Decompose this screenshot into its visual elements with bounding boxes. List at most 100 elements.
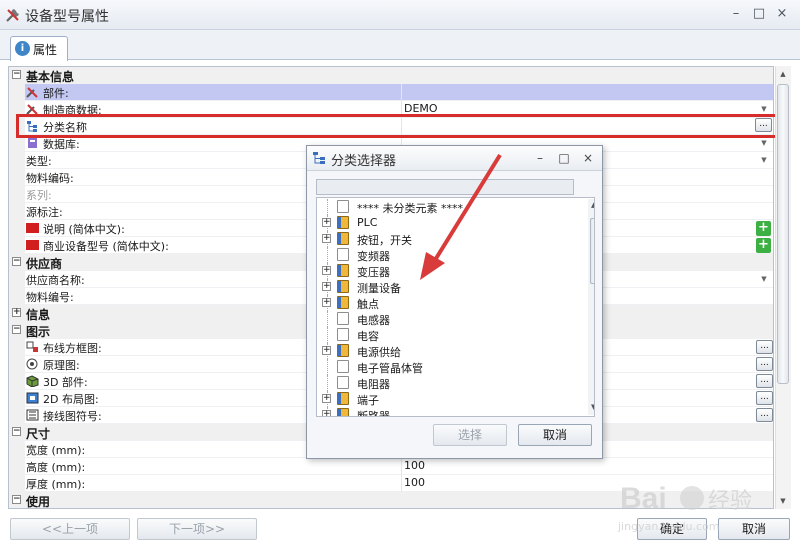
tree-node[interactable]: + 端子	[317, 391, 585, 407]
row-label: 商业设备型号 (简体中文):	[43, 240, 169, 253]
scrollbar-thumb[interactable]	[777, 84, 789, 384]
expand-icon[interactable]: +	[322, 346, 331, 355]
tree-node[interactable]: **** 未分类元素 ****	[317, 199, 585, 215]
tree-node[interactable]: + 断路器	[317, 407, 585, 416]
expand-icon[interactable]: +	[12, 308, 21, 317]
expand-icon[interactable]: +	[322, 234, 331, 243]
tree-node[interactable]: + 触点	[317, 295, 585, 311]
collapse-icon[interactable]: −	[12, 257, 21, 266]
tools-icon	[6, 9, 19, 22]
expand-icon[interactable]: +	[322, 218, 331, 227]
collapse-icon[interactable]: −	[12, 495, 21, 504]
book-icon	[337, 392, 349, 405]
tree-scrollbar-thumb[interactable]	[590, 218, 594, 284]
tree-node[interactable]: 电容	[317, 327, 585, 343]
collapse-icon[interactable]: −	[12, 70, 21, 79]
expand-icon[interactable]: +	[322, 282, 331, 291]
close-button[interactable]: ×	[773, 5, 791, 23]
row-value[interactable]: 100	[404, 476, 425, 489]
tree-node-label: 测量设备	[357, 282, 401, 295]
tree-node-label: 电容	[357, 330, 379, 343]
row-label: 接线图符号:	[43, 410, 102, 423]
tab-properties-label: 属性	[33, 43, 58, 57]
tree-node[interactable]: + 测量设备	[317, 279, 585, 295]
book-icon	[337, 232, 349, 245]
book-icon	[337, 344, 349, 357]
row-label: 类型:	[26, 155, 52, 168]
dropdown-arrow-icon[interactable]: ▼	[757, 153, 771, 167]
select-button[interactable]: 选择	[433, 424, 507, 446]
page-icon	[337, 312, 349, 325]
tree-node[interactable]: + PLC	[317, 215, 585, 231]
dialog-cancel-button[interactable]: 取消	[518, 424, 592, 446]
expand-icon[interactable]: +	[322, 394, 331, 403]
row-label: 物料编号:	[26, 291, 74, 304]
tree-node[interactable]: 变频器	[317, 247, 585, 263]
tree-node-label: 触点	[357, 298, 379, 311]
svg-text:Bai: Bai	[620, 482, 667, 515]
row-label: 源标注:	[26, 206, 63, 219]
row-label: 布线方框图:	[43, 342, 102, 355]
tree-node[interactable]: 电阻器	[317, 375, 585, 391]
category-browse-button[interactable]: ...	[755, 118, 772, 132]
flag-icon	[26, 223, 39, 233]
info-icon: i	[15, 41, 30, 56]
section-label: 尺寸	[26, 427, 51, 441]
tree-node[interactable]: 电感器	[317, 311, 585, 327]
browse-button[interactable]: ...	[756, 340, 773, 354]
expand-icon[interactable]: +	[322, 298, 331, 307]
dialog-close-button[interactable]: ×	[580, 150, 596, 166]
tree-scroll-down-icon[interactable]: ▼	[591, 403, 594, 411]
browse-button[interactable]: ...	[756, 357, 773, 371]
scroll-up-icon[interactable]: ▲	[777, 67, 789, 81]
tree-node-label: 电子管晶体管	[357, 362, 423, 375]
collapse-icon[interactable]: −	[12, 325, 21, 334]
dropdown-arrow-icon[interactable]: ▼	[757, 272, 771, 286]
minimize-button[interactable]: –	[727, 5, 745, 23]
row-value[interactable]: 100	[404, 459, 425, 472]
tree-node[interactable]: + 变压器	[317, 263, 585, 279]
section-basic-info[interactable]: − 基本信息	[9, 67, 773, 84]
previous-button[interactable]: <<上一项	[10, 518, 130, 540]
3d-cube-icon	[26, 375, 39, 387]
dialog-title: 分类选择器	[331, 154, 397, 169]
category-tree[interactable]: **** 未分类元素 **** + PLC + 按钮，开关 变频器 + 变压器 + 测量设备 + 触点…	[316, 197, 595, 417]
browse-button[interactable]: ...	[756, 408, 773, 422]
part-icon	[26, 87, 38, 98]
collapse-icon[interactable]: −	[12, 427, 21, 436]
tree-node-label: **** 未分类元素 ****	[357, 202, 463, 215]
svg-text:jingyan.baidu.com: jingyan.baidu.com	[617, 520, 720, 533]
tree-node[interactable]: 电子管晶体管	[317, 359, 585, 375]
tree-scroll-up-icon[interactable]: ▲	[591, 201, 594, 209]
dialog-maximize-button[interactable]: □	[556, 150, 572, 166]
filter-input[interactable]	[316, 179, 574, 195]
tree-node[interactable]: + 电源供给	[317, 343, 585, 359]
2d-layout-icon	[26, 392, 39, 404]
browse-button[interactable]: ...	[756, 374, 773, 388]
dialog-minimize-button[interactable]: –	[532, 150, 548, 166]
tree-node[interactable]: + 按钮，开关	[317, 231, 585, 247]
add-button[interactable]: +	[756, 238, 771, 253]
expand-icon[interactable]: +	[322, 266, 331, 275]
next-button[interactable]: 下一项>>	[137, 518, 257, 540]
browse-button[interactable]: ...	[756, 391, 773, 405]
expand-icon[interactable]: +	[322, 410, 331, 416]
row-label: 3D 部件:	[43, 376, 88, 389]
dropdown-arrow-icon[interactable]: ▼	[757, 136, 771, 150]
maximize-button[interactable]: □	[750, 5, 768, 23]
tree-node-label: 电阻器	[357, 378, 390, 391]
category-selector-dialog: 分类选择器 – □ × **** 未分类元素 **** + PLC + 按钮，开关变频器…	[306, 145, 603, 459]
tree-node-label: 变频器	[357, 250, 390, 263]
row-part[interactable]: 部件:	[9, 84, 773, 101]
wiring-symbol-icon	[26, 409, 39, 421]
book-icon	[337, 280, 349, 293]
tab-bar	[0, 30, 800, 60]
tab-properties[interactable]: i 属性	[10, 36, 68, 61]
add-button[interactable]: +	[756, 221, 771, 236]
page-icon	[337, 376, 349, 389]
tree-structure-icon	[313, 152, 325, 164]
row-label: 宽度 (mm):	[26, 444, 86, 457]
book-icon	[337, 216, 349, 229]
schematic-icon	[26, 358, 38, 370]
section-label: 供应商	[26, 257, 63, 271]
